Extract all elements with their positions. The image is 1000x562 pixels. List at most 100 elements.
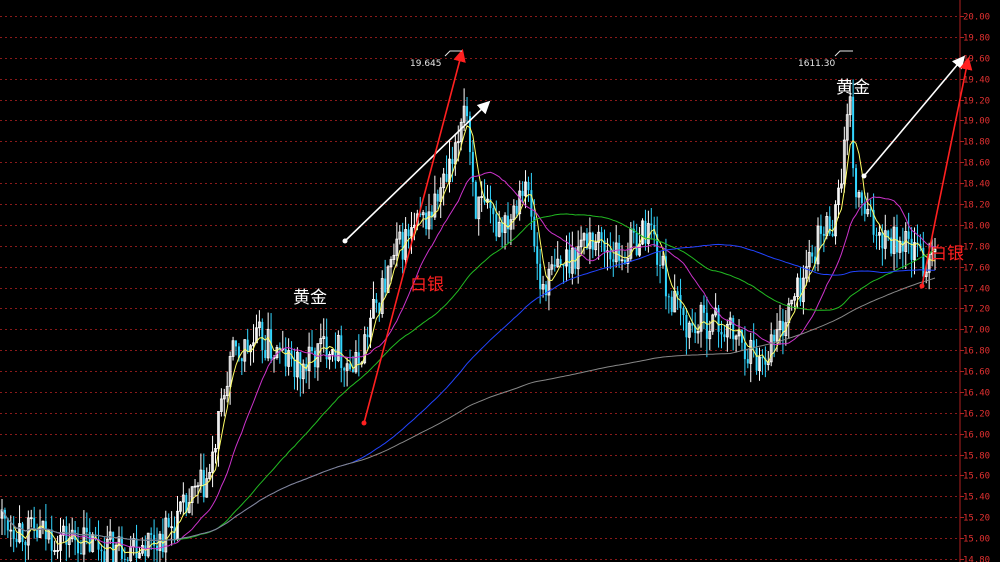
candle-body bbox=[126, 559, 129, 561]
candle bbox=[471, 140, 474, 197]
tick-label: 19.80 bbox=[963, 34, 990, 44]
candle bbox=[860, 190, 863, 216]
tick-label: 20.00 bbox=[963, 13, 990, 23]
candle bbox=[857, 189, 861, 208]
candle-body bbox=[530, 190, 533, 217]
candle bbox=[620, 245, 624, 271]
candle bbox=[883, 214, 887, 260]
tick-label: 19.00 bbox=[963, 117, 990, 127]
candle bbox=[545, 280, 548, 302]
candle bbox=[67, 523, 71, 558]
candle-body bbox=[901, 241, 904, 252]
candle bbox=[126, 556, 129, 562]
candle-body bbox=[284, 348, 287, 367]
candle bbox=[755, 338, 758, 375]
candle bbox=[146, 532, 150, 559]
candle-body bbox=[860, 192, 863, 204]
candle bbox=[822, 226, 825, 253]
tick-label: 16.20 bbox=[963, 410, 990, 420]
candle bbox=[632, 220, 635, 244]
candle bbox=[714, 293, 718, 318]
tick-label: 16.60 bbox=[963, 368, 990, 378]
candle bbox=[44, 504, 47, 551]
candle bbox=[181, 482, 185, 516]
candle-body bbox=[527, 181, 530, 191]
candle-body bbox=[515, 205, 518, 214]
candle-body bbox=[495, 214, 498, 237]
moving-averages bbox=[1, 125, 936, 554]
candle bbox=[316, 343, 320, 381]
candle bbox=[112, 531, 115, 562]
candle-body bbox=[299, 352, 302, 379]
candle bbox=[275, 344, 279, 360]
candle bbox=[375, 293, 378, 313]
candle bbox=[855, 164, 858, 209]
candle bbox=[301, 359, 305, 394]
peak-leader-line bbox=[834, 50, 853, 57]
candle-body bbox=[357, 352, 360, 364]
candle-body bbox=[240, 358, 243, 362]
candle bbox=[477, 196, 481, 236]
candle bbox=[108, 519, 112, 545]
candle bbox=[164, 510, 168, 562]
candle-body bbox=[15, 538, 18, 542]
candle-body bbox=[752, 340, 755, 348]
candle bbox=[103, 537, 106, 562]
candle bbox=[349, 349, 352, 372]
candle bbox=[313, 347, 316, 379]
candle-body bbox=[635, 232, 638, 256]
tick-label: 15.20 bbox=[963, 514, 990, 524]
candle bbox=[603, 229, 606, 268]
candle bbox=[618, 234, 621, 268]
candle bbox=[635, 223, 638, 257]
candle bbox=[743, 326, 746, 376]
peak-price-label: 1611.30 bbox=[798, 59, 835, 69]
tick-label: 16.00 bbox=[963, 431, 990, 441]
candle bbox=[685, 307, 688, 355]
candle bbox=[898, 236, 902, 260]
candle bbox=[717, 304, 720, 348]
candle-body bbox=[875, 234, 878, 236]
candle bbox=[18, 505, 21, 544]
candle-body bbox=[852, 96, 855, 169]
peak-leader-line bbox=[444, 50, 462, 57]
tick-label: 15.80 bbox=[963, 452, 990, 462]
candle bbox=[570, 231, 574, 285]
candle bbox=[384, 259, 387, 298]
candle bbox=[790, 299, 794, 311]
trend-arrow bbox=[363, 48, 466, 424]
candle bbox=[486, 184, 489, 209]
candle-body bbox=[466, 106, 469, 117]
candle bbox=[474, 180, 477, 220]
candle bbox=[296, 347, 299, 391]
candle-body bbox=[819, 225, 822, 234]
candle-body bbox=[682, 308, 685, 316]
candle bbox=[380, 270, 384, 318]
candle bbox=[445, 155, 448, 183]
candle bbox=[187, 488, 191, 514]
candle bbox=[357, 334, 360, 377]
candle bbox=[222, 388, 226, 417]
candle-body bbox=[855, 168, 858, 198]
candle bbox=[231, 336, 235, 361]
peak-price-label: 19.645 bbox=[410, 59, 442, 69]
tick-label: 17.00 bbox=[963, 326, 990, 336]
candle bbox=[307, 332, 311, 390]
candle bbox=[158, 531, 162, 562]
candle bbox=[579, 226, 583, 256]
candle-body bbox=[401, 232, 404, 260]
candle bbox=[50, 515, 53, 562]
candle bbox=[732, 315, 735, 351]
candle bbox=[117, 526, 121, 552]
candle-body bbox=[799, 277, 802, 302]
candle bbox=[556, 241, 560, 268]
candle-body bbox=[425, 212, 428, 229]
candle bbox=[114, 541, 118, 562]
candle bbox=[644, 209, 647, 251]
candle bbox=[299, 351, 302, 397]
candle bbox=[708, 320, 712, 351]
candle bbox=[594, 234, 598, 257]
candle bbox=[179, 501, 182, 515]
candle bbox=[811, 244, 814, 264]
candle-body bbox=[150, 533, 153, 535]
